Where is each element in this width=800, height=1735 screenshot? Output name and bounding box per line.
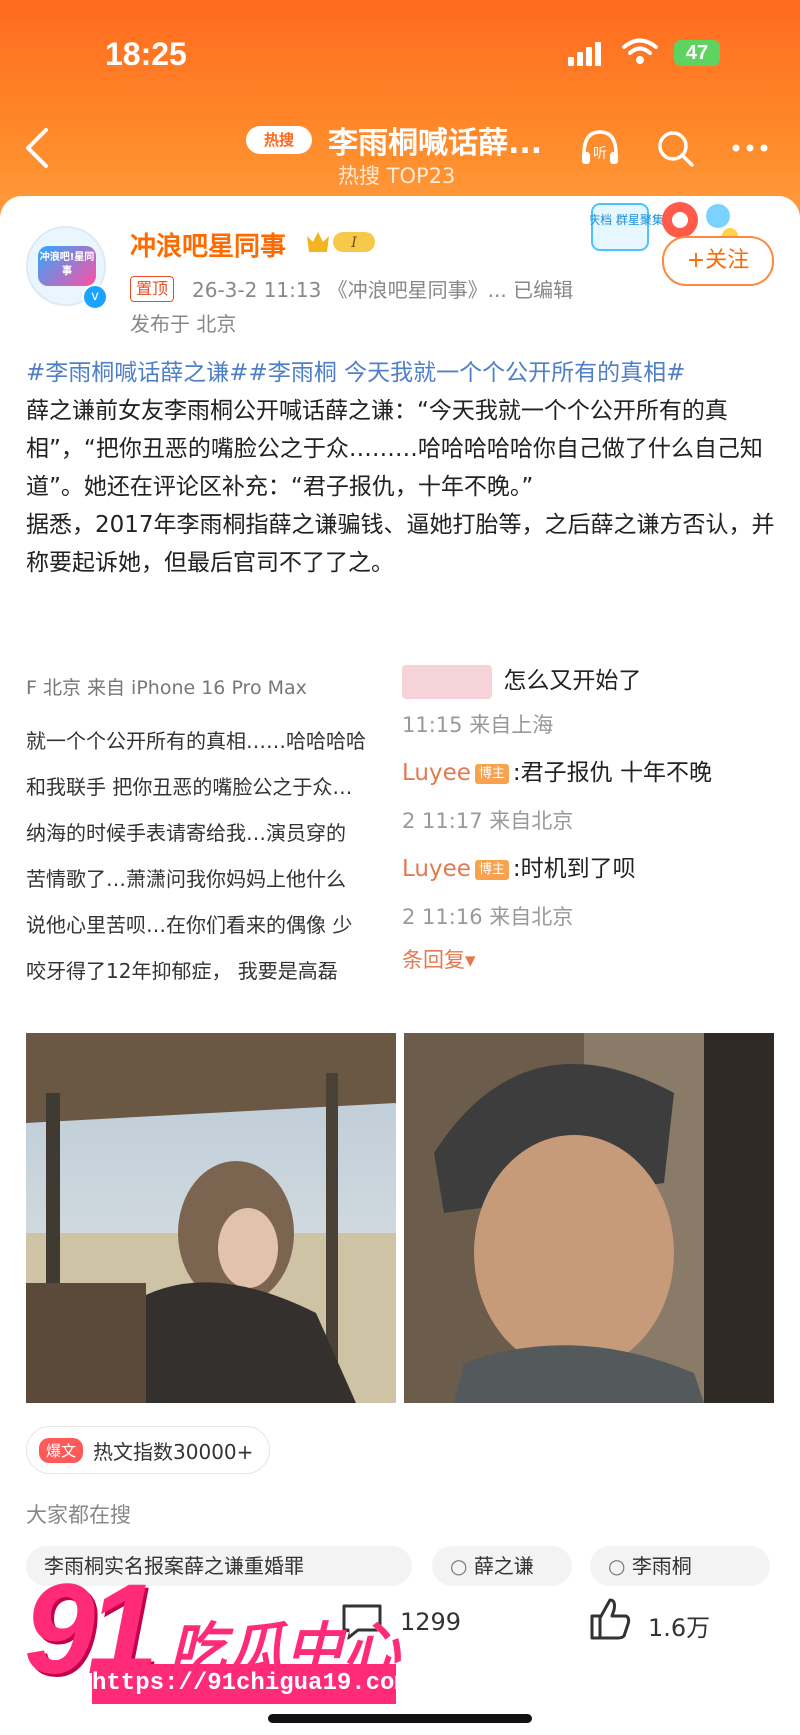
- pinned-badge: 置顶: [130, 276, 175, 302]
- like-icon[interactable]: [586, 1596, 634, 1644]
- comment-text: :时机到了呗: [512, 856, 636, 882]
- post-location: 发布于 北京: [130, 312, 237, 336]
- status-time: 18:25: [105, 36, 187, 72]
- photo-man[interactable]: [404, 1033, 774, 1403]
- comment-time: 2 11:17 来自北京: [402, 809, 574, 833]
- svg-text:听: 听: [593, 146, 607, 162]
- more-replies: 条回复▾: [402, 948, 476, 972]
- post-body: #李雨桐喊话薛之谦##李雨桐 今天我就一个个公开所有的真相# 薛之谦前女友李雨桐…: [26, 354, 776, 582]
- top-nav: 热搜 李雨桐喊话薛... 热搜 TOP23 听: [0, 118, 800, 198]
- post-meta: 26-3-2 11:13 《冲浪吧星同事》... 已编辑: [192, 278, 574, 302]
- page-title: 李雨桐喊话薛...: [328, 126, 543, 161]
- screenshot-line: 咬牙得了12年抑郁症， 我要是高磊: [26, 959, 338, 983]
- screenshot-text-lines: 就一个个公开所有的真相……哈哈哈哈 和我联手 把你丑恶的嘴脸公之于众… 纳海的时…: [26, 718, 398, 994]
- comment-username: Luyee: [402, 760, 471, 786]
- crown-level-icon: I: [307, 232, 375, 252]
- blurred-username: [402, 664, 492, 699]
- more-icon[interactable]: [728, 126, 772, 170]
- hot-index-chip[interactable]: 爆文 热文指数30000+: [26, 1426, 271, 1474]
- screenshot-line: 就一个个公开所有的真相……哈哈哈哈: [26, 729, 366, 753]
- page-subtitle: 热搜 TOP23: [338, 164, 456, 188]
- screenshot-line: 纳海的时候手表请寄给我…演员穿的: [26, 821, 346, 845]
- owner-badge: 博主: [474, 763, 509, 784]
- hot-search-label: 热搜: [263, 131, 294, 149]
- hot-search-badge: 热搜: [246, 126, 312, 154]
- search-icon: ○: [450, 1554, 474, 1578]
- chip-label: 薛之谦: [473, 1554, 534, 1578]
- decoration-label: 国庆档 群星聚集: [590, 212, 664, 227]
- comment-username: Luyee: [402, 856, 471, 882]
- post-paragraph-1: 薛之谦前女友李雨桐公开喊话薛之谦：“今天我就一个个公开所有的真相”，“把你丑恶的…: [26, 398, 763, 500]
- author-name[interactable]: 冲浪吧星同事: [130, 226, 286, 263]
- post-card: 冲浪吧!星同事 v 冲浪吧星同事 I 置顶 26-3-2 11:13 《冲浪吧星…: [0, 196, 800, 1735]
- screenshot-header: F 北京 来自 iPhone 16 Pro Max: [26, 677, 307, 699]
- follow-button[interactable]: +关注: [662, 236, 774, 286]
- comment-text: 怎么又开始了: [503, 668, 642, 694]
- chip-label: 李雨桐: [631, 1554, 692, 1578]
- wifi-icon: [622, 38, 658, 64]
- listen-icon[interactable]: 听: [578, 126, 622, 170]
- topic-tags[interactable]: #李雨桐喊话薛之谦##李雨桐 今天我就一个个公开所有的真相#: [26, 360, 685, 386]
- hot-index-text: 热文指数30000+: [93, 1439, 254, 1464]
- embedded-screenshot-left[interactable]: F 北京 来自 iPhone 16 Pro Max 就一个个公开所有的真相……哈…: [26, 658, 398, 1008]
- avatar-logo: 冲浪吧!星同事: [38, 246, 96, 286]
- comment-text: :君子报仇 十年不晚: [512, 760, 712, 786]
- photo-woman[interactable]: [26, 1033, 396, 1403]
- screenshot-line: 和我联手 把你丑恶的嘴脸公之于众…: [26, 775, 353, 799]
- comment-time: 11:15 来自上海: [402, 713, 554, 737]
- like-count[interactable]: 1.6万: [648, 1608, 710, 1643]
- signal-icon: [568, 42, 604, 66]
- post-paragraph-2: 据悉，2017年李雨桐指薛之谦骗钱、逼她打胎等，之后薛之谦方否认，并称要起诉她，…: [26, 512, 775, 576]
- search-icon: ○: [608, 1554, 632, 1578]
- screenshot-line: 苦情歌了…萧潇问我你妈妈上他什么: [26, 867, 346, 891]
- hot-article-badge: 爆文: [39, 1437, 84, 1463]
- related-search-title: 大家都在搜: [26, 1503, 131, 1527]
- search-icon[interactable]: [654, 126, 698, 170]
- comment-time: 2 11:16 来自北京: [402, 905, 574, 929]
- status-bar: 18:25 47: [0, 30, 800, 80]
- level-label: I: [350, 235, 357, 251]
- comment-count[interactable]: 1299: [400, 1608, 461, 1636]
- back-icon[interactable]: [22, 126, 52, 170]
- battery-indicator: 47: [674, 40, 720, 66]
- search-chip[interactable]: ○ 李雨桐: [590, 1546, 770, 1586]
- search-chip[interactable]: ○ 薛之谦: [432, 1546, 572, 1586]
- home-indicator: [268, 1714, 532, 1723]
- screenshot-line: 说他心里苦呗…在你们看来的偶像 少: [26, 913, 353, 937]
- watermark-url: https://91chigua19.com: [92, 1664, 409, 1704]
- verified-icon: v: [82, 284, 108, 310]
- owner-badge: 博主: [474, 859, 509, 880]
- embedded-screenshot-right[interactable]: 怎么又开始了 11:15 来自上海 Luyee 博主:君子报仇 十年不晚 2 11…: [402, 658, 774, 1008]
